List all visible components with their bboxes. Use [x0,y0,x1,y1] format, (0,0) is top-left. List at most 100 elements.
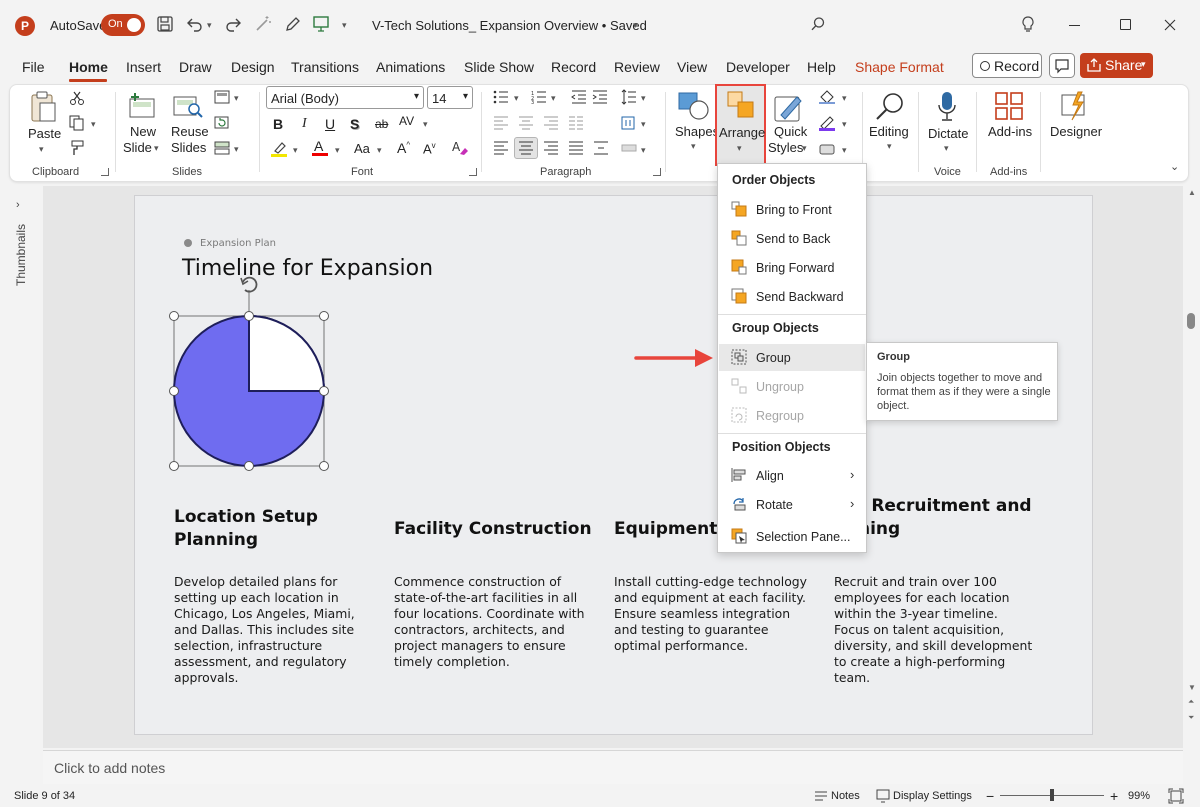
align-text-icon[interactable] [593,141,609,155]
maximize-icon[interactable] [1120,19,1131,30]
previous-slide-icon[interactable]: ⏶ [1188,697,1194,707]
justify-left-icon[interactable] [493,141,509,155]
line-spacing-icon[interactable] [621,89,637,105]
tab-insert[interactable]: Insert [126,59,161,79]
align-left-icon[interactable] [493,116,509,130]
smartart-dropdown-icon[interactable]: ▾ [641,145,646,156]
shapes-button[interactable]: Shapes ▾ [673,89,719,154]
clipboard-launcher-icon[interactable] [101,168,109,176]
columns-icon[interactable] [568,116,584,130]
font-name-select[interactable]: Arial (Body) ▾ [266,86,424,109]
cut-icon[interactable] [69,90,85,106]
font-launcher-icon[interactable] [469,168,477,176]
text-direction-dropdown-icon[interactable]: ▾ [641,119,646,130]
menu-item-selection-pane[interactable]: Selection Pane... [719,523,865,550]
designer-button[interactable]: Designer [1047,89,1103,149]
vertical-scrollbar[interactable]: ▲ ▼ ⏶ ⏷ [1183,186,1200,734]
decrease-indent-icon[interactable] [571,90,587,104]
redo-icon[interactable] [224,15,242,33]
tab-draw[interactable]: Draw [179,59,212,79]
fit-slide-icon[interactable] [1168,788,1184,804]
shadow-icon[interactable]: S [350,116,359,132]
menu-item-bring-forward[interactable]: Bring Forward [719,254,865,281]
comments-icon[interactable] [1049,53,1075,78]
paragraph-launcher-icon[interactable] [653,168,661,176]
scroll-down-icon[interactable]: ▼ [1188,683,1196,692]
tab-file[interactable]: File [22,59,45,79]
line-spacing-dropdown-icon[interactable]: ▾ [641,93,646,104]
shape-fill-dropdown-icon[interactable]: ▾ [842,93,847,104]
customize-toolbar-icon[interactable]: ▾ [342,20,347,31]
increase-font-icon[interactable]: A^ [397,140,410,156]
format-painter-icon[interactable] [69,140,85,156]
change-case-dropdown-icon[interactable]: ▾ [377,145,382,156]
copy-icon[interactable] [69,115,85,131]
present-icon[interactable] [312,15,330,33]
bullets-dropdown-icon[interactable]: ▾ [514,93,519,104]
tab-view[interactable]: View [677,59,707,79]
bullets-icon[interactable] [493,90,509,104]
highlighter-dropdown-icon[interactable]: ▾ [293,145,298,156]
save-icon[interactable] [156,15,174,33]
shape-effects-dropdown-icon[interactable]: ▾ [842,145,847,156]
dictate-button[interactable]: Dictate ▾ [925,89,969,154]
autosave-toggle[interactable]: On [101,14,145,36]
increase-indent-icon[interactable] [592,90,608,104]
paste-button[interactable]: Paste ▾ [23,89,63,154]
menu-item-group[interactable]: Group [719,344,865,371]
tab-review[interactable]: Review [614,59,660,79]
text-direction-icon[interactable] [621,115,637,131]
shape-outline-icon[interactable] [818,115,836,131]
minimize-icon[interactable] [1069,25,1080,26]
change-case-icon[interactable]: Aa [354,141,370,156]
title-dropdown-icon[interactable]: ▾ [633,20,638,31]
zoom-out-icon[interactable]: − [986,788,994,804]
menu-item-bring-to-front[interactable]: Bring to Front [719,196,865,223]
clear-formatting-icon[interactable]: A [451,139,469,157]
menu-item-align[interactable]: Align › [719,462,865,489]
pen-icon[interactable] [284,15,302,33]
notes-toggle-label[interactable]: Notes [831,790,860,802]
layout-dropdown-icon[interactable]: ▾ [234,93,239,104]
character-spacing-icon[interactable]: AV [399,114,414,128]
font-color-dropdown-icon[interactable]: ▾ [335,145,340,156]
scroll-up-icon[interactable]: ▲ [1188,188,1196,197]
notes-icon[interactable] [814,789,828,803]
bold-icon[interactable]: B [273,116,283,132]
share-button[interactable]: Share ▾ [1080,53,1153,78]
tab-transitions[interactable]: Transitions [291,59,359,79]
undo-dropdown-icon[interactable]: ▾ [207,20,212,31]
tab-shape-format[interactable]: Shape Format [855,59,944,79]
highlighter-icon[interactable] [270,140,288,158]
align-right-icon[interactable] [543,116,559,130]
display-settings-label[interactable]: Display Settings [893,790,972,802]
smartart-icon[interactable] [621,141,637,155]
new-slide-button[interactable]: New Slide ▾ [122,89,164,159]
menu-item-send-backward[interactable]: Send Backward [719,283,865,310]
tab-help[interactable]: Help [807,59,836,79]
font-color-icon[interactable]: A [312,138,328,158]
expand-thumbnails-icon[interactable]: › [16,199,20,211]
notes-pane[interactable]: Click to add notes [43,750,1183,784]
zoom-slider-thumb[interactable] [1050,789,1054,801]
thumbnails-label[interactable]: Thumbnails [14,220,28,290]
scrollbar-thumb[interactable] [1187,313,1195,329]
numbering-icon[interactable]: 123 [531,90,547,104]
numbering-dropdown-icon[interactable]: ▾ [551,93,556,104]
search-icon[interactable] [810,16,826,32]
shape-effects-icon[interactable] [818,141,836,157]
character-spacing-dropdown-icon[interactable]: ▾ [423,119,428,130]
section-dropdown-icon[interactable]: ▾ [234,144,239,155]
strikethrough-icon[interactable]: ab [375,117,388,131]
next-slide-icon[interactable]: ⏷ [1188,713,1194,723]
copy-dropdown-icon[interactable]: ▾ [91,119,96,130]
collapse-ribbon-icon[interactable]: ⌄ [1170,160,1179,173]
magic-wand-icon[interactable] [254,15,272,33]
section-icon[interactable] [214,141,230,155]
lightbulb-icon[interactable] [1021,16,1035,34]
tab-animations[interactable]: Animations [376,59,445,79]
editing-button[interactable]: Editing ▾ [868,89,912,154]
justify-right-icon[interactable] [543,141,559,155]
display-settings-icon[interactable] [876,789,890,803]
decrease-font-icon[interactable]: Av [423,141,436,156]
